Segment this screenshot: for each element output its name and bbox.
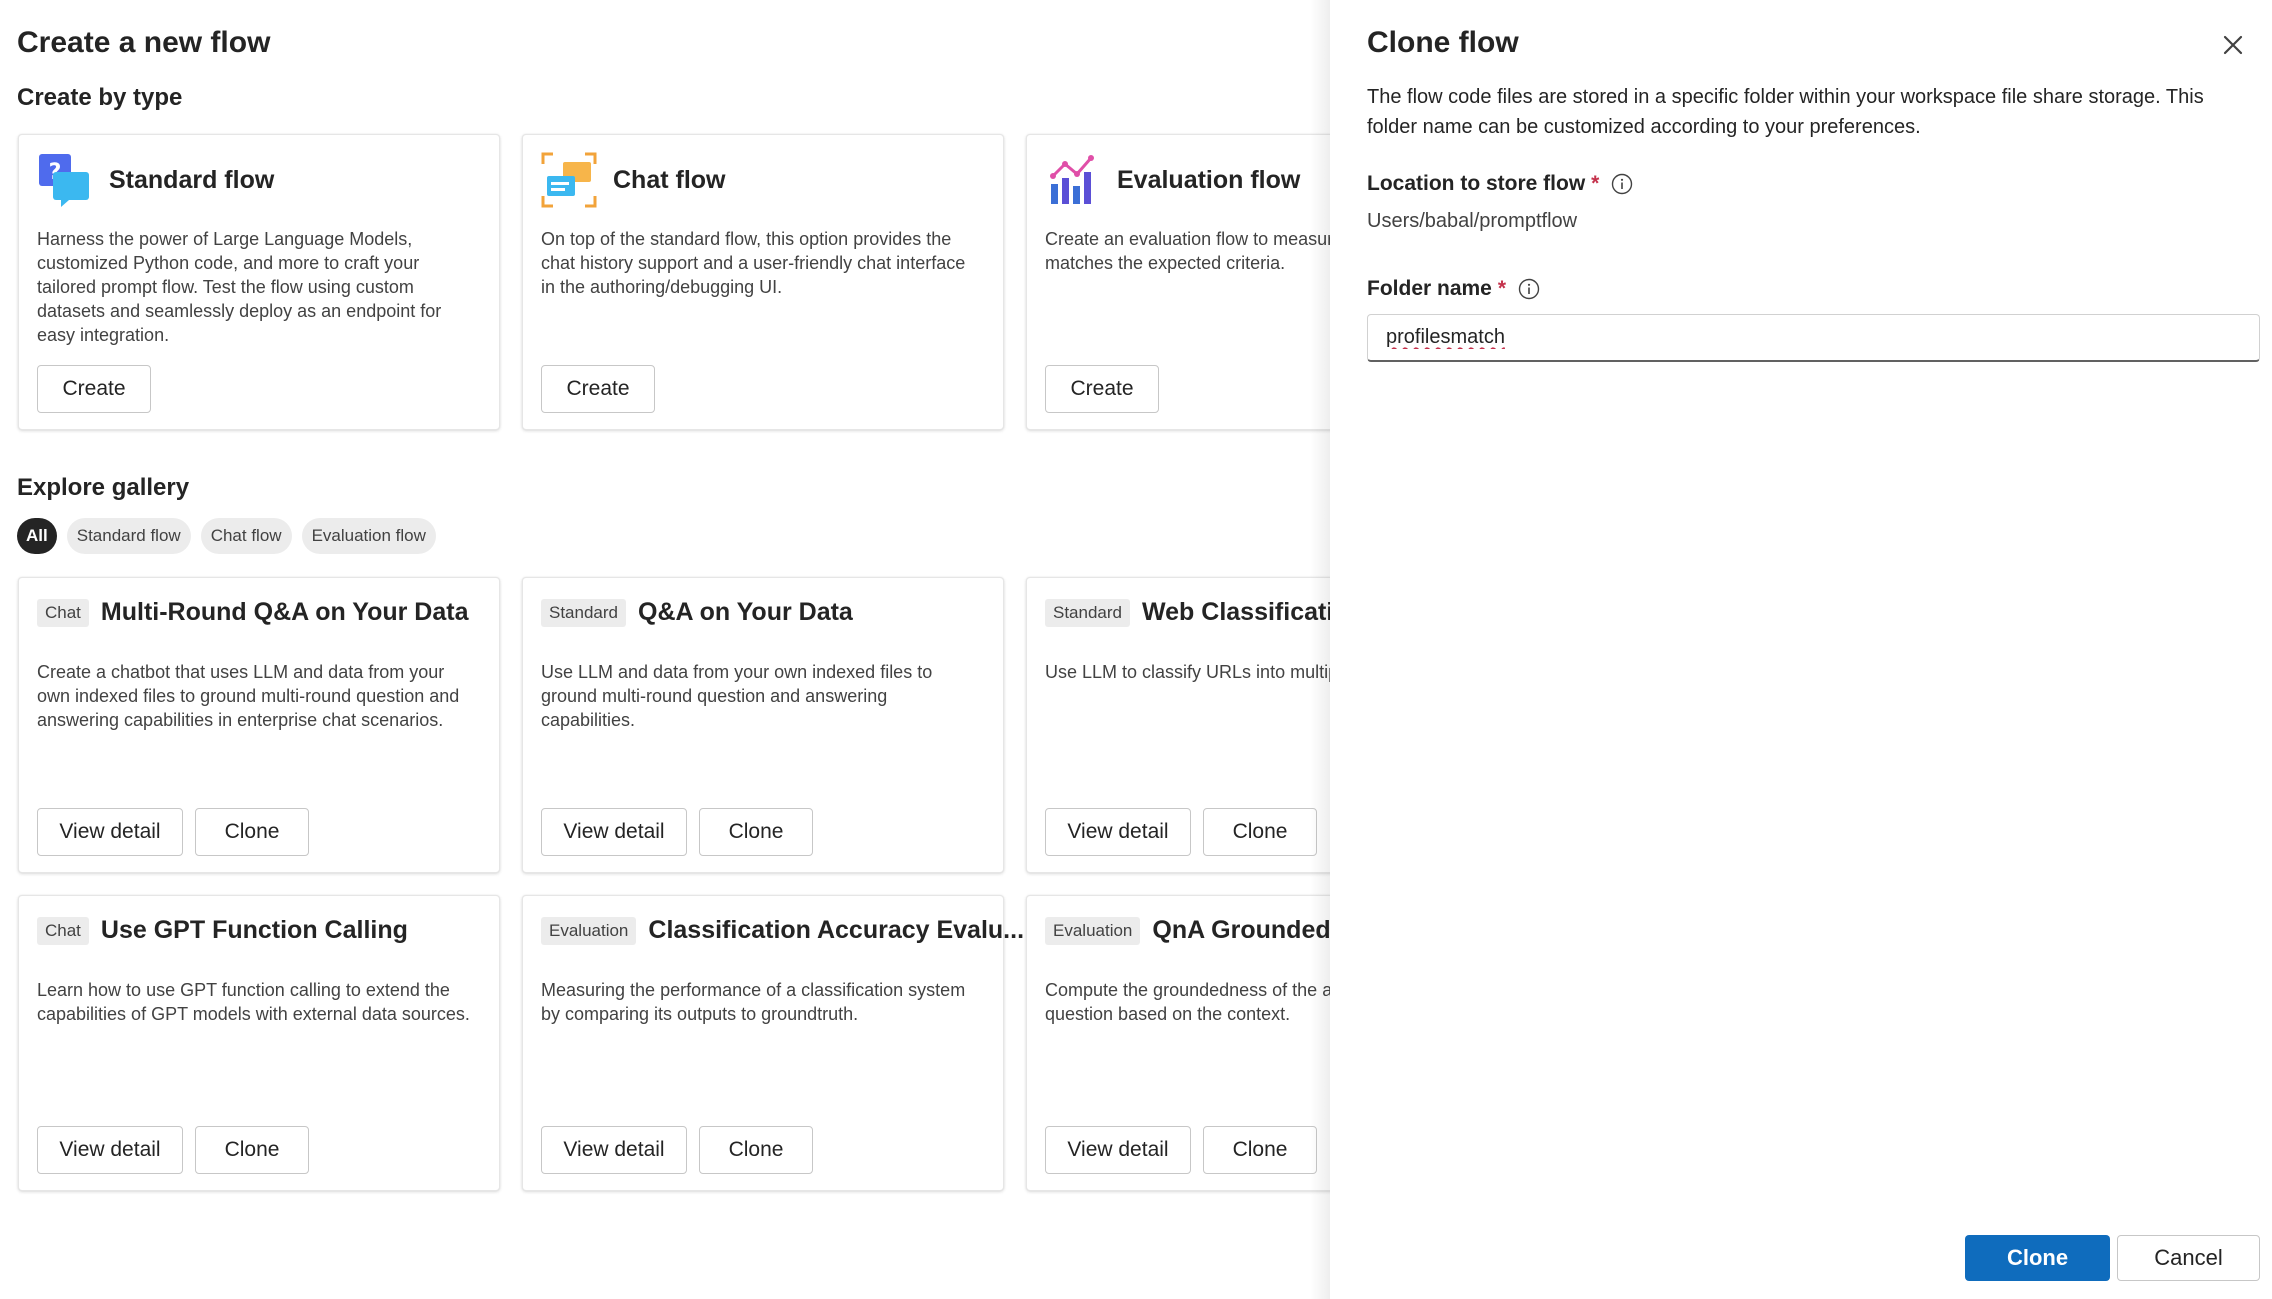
flow-type-tag: Evaluation xyxy=(541,916,637,945)
clone-button[interactable]: Clone xyxy=(1203,808,1317,856)
gallery-card-description: Create a chatbot that uses LLM and data … xyxy=(37,662,460,730)
gallery-card-title: Use GPT Function Calling xyxy=(100,916,408,944)
create-flow-page: Create a new flow Create by type ? Stand… xyxy=(0,0,1340,1299)
location-label-text: Location to store flow xyxy=(1367,172,1586,195)
flow-type-tag: Standard xyxy=(1045,598,1130,627)
create-standard-flow-button[interactable]: Create xyxy=(37,365,151,413)
card-header: Chat flow xyxy=(541,152,726,208)
view-detail-button[interactable]: View detail xyxy=(541,808,687,856)
close-icon[interactable] xyxy=(2216,28,2250,62)
evaluation-flow-card: Evaluation flow Create an evaluation flo… xyxy=(1026,134,1340,430)
card-title: Chat flow xyxy=(613,165,726,194)
gallery-card-title: Classification Accuracy Evalu... xyxy=(648,916,1025,944)
required-indicator: * xyxy=(1591,172,1600,195)
evaluation-flow-icon xyxy=(1045,152,1101,208)
clone-button[interactable]: Clone xyxy=(195,1126,309,1174)
location-label: Location to store flow * xyxy=(1367,172,1633,196)
info-icon[interactable] xyxy=(1611,173,1633,195)
gallery-card-header: Standard Q&A on Your Data xyxy=(541,598,853,627)
gallery-card: Standard Web Classification Use LLM to c… xyxy=(1026,577,1340,873)
view-detail-button[interactable]: View detail xyxy=(1045,808,1191,856)
gallery-card-description: Learn how to use GPT function calling to… xyxy=(37,980,470,1024)
gallery-card-header: Chat Multi-Round Q&A on Your Data xyxy=(37,598,468,627)
folder-name-input[interactable] xyxy=(1367,314,2260,362)
view-detail-button[interactable]: View detail xyxy=(37,1126,183,1174)
gallery-card-header: Evaluation Classification Accuracy Evalu… xyxy=(541,916,1024,945)
folder-name-label-text: Folder name xyxy=(1367,277,1492,300)
flow-type-tag: Chat xyxy=(37,598,89,627)
folder-name-label: Folder name * xyxy=(1367,277,1540,301)
clone-flow-panel: Clone flow The flow code files are store… xyxy=(1330,0,2272,1299)
clone-button[interactable]: Clone xyxy=(1203,1126,1317,1174)
gallery-card-title: Q&A on Your Data xyxy=(638,598,853,626)
gallery-card-title: Multi-Round Q&A on Your Data xyxy=(100,598,469,626)
filter-evaluation-flow[interactable]: Evaluation flow xyxy=(301,518,436,554)
card-description: Create an evaluation flow to measure if … xyxy=(1045,229,1340,273)
create-by-type-heading: Create by type xyxy=(17,84,183,111)
page-title: Create a new flow xyxy=(17,26,271,59)
card-title: Standard flow xyxy=(109,165,275,194)
cancel-button[interactable]: Cancel xyxy=(2117,1235,2260,1281)
gallery-card-description: Compute the groundedness of the answer f… xyxy=(1045,980,1340,1024)
gallery-card-header: Chat Use GPT Function Calling xyxy=(37,916,408,945)
standard-flow-card: ? Standard flow Harness the power of Lar… xyxy=(18,134,500,430)
view-detail-button[interactable]: View detail xyxy=(37,808,183,856)
chat-flow-icon xyxy=(541,152,597,208)
clone-button[interactable]: Clone xyxy=(699,1126,813,1174)
gallery-card: Chat Multi-Round Q&A on Your Data Create… xyxy=(18,577,500,873)
gallery-card-header: Standard Web Classification xyxy=(1045,598,1340,627)
gallery-card-header: Evaluation QnA Groundedness xyxy=(1045,916,1340,945)
filter-chat-flow[interactable]: Chat flow xyxy=(200,518,292,554)
panel-description: The flow code files are stored in a spec… xyxy=(1367,86,2204,138)
card-description: On top of the standard flow, this option… xyxy=(541,229,966,297)
create-evaluation-flow-button[interactable]: Create xyxy=(1045,365,1159,413)
panel-title: Clone flow xyxy=(1367,26,1519,59)
clone-submit-button[interactable]: Clone xyxy=(1965,1235,2110,1281)
card-description: Harness the power of Large Language Mode… xyxy=(37,229,442,345)
info-icon[interactable] xyxy=(1518,278,1540,300)
gallery-card: Standard Q&A on Your Data Use LLM and da… xyxy=(522,577,1004,873)
clone-button[interactable]: Clone xyxy=(195,808,309,856)
gallery-card-description: Use LLM to classify URLs into multiple c… xyxy=(1045,662,1340,682)
flow-type-tag: Chat xyxy=(37,916,89,945)
required-indicator: * xyxy=(1497,277,1507,300)
gallery-filters: All Standard flow Chat flow Evaluation f… xyxy=(17,518,436,554)
filter-standard-flow[interactable]: Standard flow xyxy=(66,518,191,554)
gallery-card: Evaluation Classification Accuracy Evalu… xyxy=(522,895,1024,1191)
gallery-card: Chat Use GPT Function Calling Learn how … xyxy=(18,895,500,1191)
card-header: ? Standard flow xyxy=(37,153,274,207)
create-chat-flow-button[interactable]: Create xyxy=(541,365,655,413)
card-title: Evaluation flow xyxy=(1117,165,1301,194)
gallery-card-description: Use LLM and data from your own indexed f… xyxy=(541,662,933,730)
location-value: Users/babal/promptflow xyxy=(1367,210,1578,232)
filter-all[interactable]: All xyxy=(17,518,57,554)
clone-button[interactable]: Clone xyxy=(699,808,813,856)
gallery-card-description: Measuring the performance of a classific… xyxy=(541,980,966,1024)
standard-flow-icon: ? xyxy=(37,152,93,208)
flow-type-tag: Standard xyxy=(541,598,626,627)
card-header: Evaluation flow xyxy=(1045,153,1300,207)
explore-gallery-heading: Explore gallery xyxy=(17,474,190,501)
gallery-card: Evaluation QnA Groundedness Compute the … xyxy=(1026,895,1340,1191)
chat-flow-card: Chat flow On top of the standard flow, t… xyxy=(522,134,1004,430)
view-detail-button[interactable]: View detail xyxy=(1045,1126,1191,1174)
view-detail-button[interactable]: View detail xyxy=(541,1126,687,1174)
flow-type-tag: Evaluation xyxy=(1045,916,1141,945)
